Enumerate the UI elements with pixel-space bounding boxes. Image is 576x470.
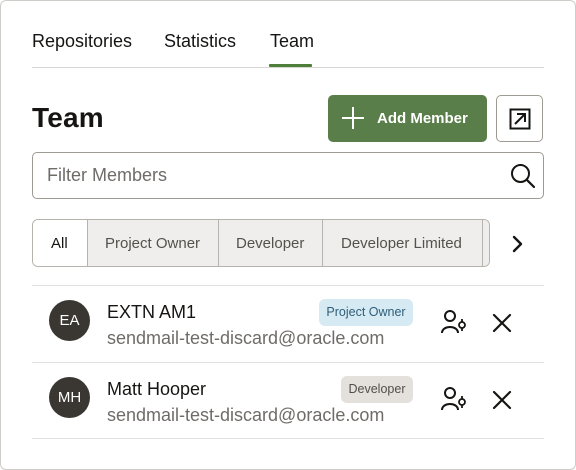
avatar: EA	[49, 300, 90, 341]
divider	[32, 438, 544, 439]
open-external-button[interactable]	[496, 95, 543, 142]
filter-members-field	[32, 152, 544, 199]
chevron-right-icon[interactable]	[507, 233, 527, 255]
list-item: EA EXTN AM1 sendmail-test-discard@oracle…	[32, 286, 544, 362]
active-tab-indicator	[269, 64, 312, 67]
plus-icon	[342, 107, 364, 129]
team-panel: Repositories Statistics Team Team Add Me…	[0, 0, 576, 470]
filter-overflow-chip[interactable]	[482, 220, 489, 266]
search-icon[interactable]	[510, 163, 536, 189]
role-badge: Project Owner	[319, 299, 413, 326]
filter-label: All	[51, 235, 68, 252]
member-email: sendmail-test-discard@oracle.com	[107, 328, 385, 348]
filter-label: Developer	[236, 235, 305, 252]
user-settings-icon[interactable]	[440, 308, 468, 336]
page-title: Team	[32, 102, 104, 133]
close-icon[interactable]	[489, 387, 515, 413]
open-external-icon	[509, 108, 531, 130]
list-item: MH Matt Hooper sendmail-test-discard@ora…	[32, 363, 544, 439]
role-badge: Developer	[341, 376, 413, 403]
filter-label: Project Owner	[105, 235, 201, 252]
avatar: MH	[49, 377, 90, 418]
member-name: EXTN AM1	[107, 302, 197, 322]
tab-repositories[interactable]: Repositories	[32, 31, 132, 52]
filter-label: Developer Limited	[341, 235, 462, 252]
tab-bar: Repositories Statistics Team	[32, 1, 544, 68]
role-filter-group: All Project Owner Developer Developer Li…	[32, 219, 490, 267]
member-name: Matt Hooper	[107, 379, 207, 399]
filter-developer-limited[interactable]: Developer Limited	[322, 220, 482, 266]
tab-team[interactable]: Team	[270, 31, 314, 52]
filter-all[interactable]: All	[33, 220, 87, 266]
add-member-label: Add Member	[377, 110, 468, 127]
filter-members-input[interactable]	[34, 154, 494, 197]
member-email: sendmail-test-discard@oracle.com	[107, 405, 385, 425]
user-settings-icon[interactable]	[440, 385, 468, 413]
add-member-button[interactable]: Add Member	[328, 95, 487, 142]
close-icon[interactable]	[489, 310, 515, 336]
filter-project-owner[interactable]: Project Owner	[87, 220, 218, 266]
filter-developer[interactable]: Developer	[218, 220, 322, 266]
tab-statistics[interactable]: Statistics	[164, 31, 236, 52]
